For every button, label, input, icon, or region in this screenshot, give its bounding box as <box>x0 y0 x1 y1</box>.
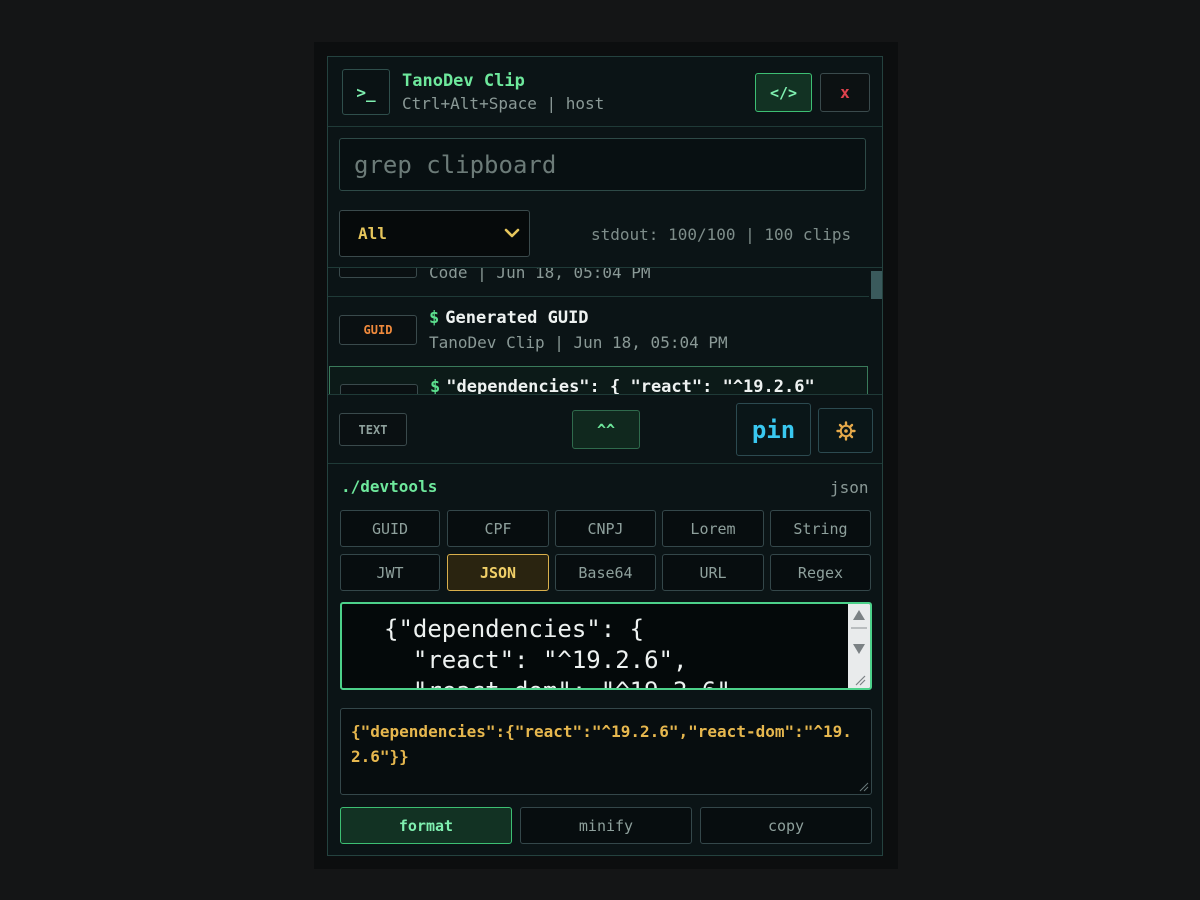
editor-scrollbar[interactable] <box>848 604 870 688</box>
preview-toolbar: TEXT ^^ pin <box>328 394 882 464</box>
search-input[interactable]: grep clipboard <box>339 138 866 191</box>
prompt-icon: $ <box>430 377 441 394</box>
list-item-selected[interactable]: $ "dependencies": { "react": "^19.2.6" <box>329 366 868 394</box>
list-item[interactable]: Code | Jun 18, 05:04 PM <box>328 268 869 296</box>
category-select[interactable]: All <box>339 210 530 257</box>
clip-type-tag <box>340 384 418 394</box>
devtools-title: ./devtools <box>341 477 438 496</box>
pin-button[interactable]: pin <box>736 403 811 456</box>
settings-button[interactable] <box>818 408 873 453</box>
clip-count-status: stdout: 100/100 | 100 clips <box>591 225 852 244</box>
tool-button-json[interactable]: JSON <box>447 554 549 591</box>
terminal-logo-icon: >_ <box>342 69 390 115</box>
scroll-down-arrow-icon[interactable] <box>853 644 865 654</box>
scrollbar-thumb[interactable] <box>851 627 867 629</box>
tool-button-base64[interactable]: Base64 <box>555 554 656 591</box>
format-button[interactable]: format <box>340 807 512 844</box>
clip-list[interactable]: Code | Jun 18, 05:04 PM GUID $ Generated … <box>328 268 882 394</box>
app-subtitle: Ctrl+Alt+Space | host <box>402 94 605 113</box>
tool-button-jwt[interactable]: JWT <box>340 554 440 591</box>
clip-type-badge: TEXT <box>339 413 407 446</box>
editor-line: "react": "^19.2.6", <box>384 646 688 674</box>
clip-meta: TanoDev Clip | Jun 18, 05:04 PM <box>429 333 728 352</box>
editor-line: {"dependencies": { <box>384 615 645 643</box>
close-button[interactable]: x <box>820 73 870 112</box>
resize-grip-icon[interactable] <box>859 782 869 792</box>
devtools-mode: json <box>830 478 869 497</box>
clip-type-tag: GUID <box>339 315 417 345</box>
prompt-icon: $ <box>429 308 440 328</box>
tool-button-guid[interactable]: GUID <box>340 510 440 547</box>
copy-button[interactable]: copy <box>700 807 872 844</box>
scroll-up-arrow-icon[interactable] <box>853 610 865 620</box>
collapse-button[interactable]: ^^ <box>572 410 640 449</box>
tool-button-cnpj[interactable]: CNPJ <box>555 510 656 547</box>
clip-title: $ Generated GUID <box>429 308 589 328</box>
devtools-toggle-button[interactable]: </> <box>755 73 812 112</box>
list-item[interactable]: GUID $ Generated GUID TanoDev Clip | Jun … <box>328 297 869 366</box>
tool-button-regex[interactable]: Regex <box>770 554 871 591</box>
category-select-value: All <box>358 224 387 243</box>
tool-button-url[interactable]: URL <box>662 554 764 591</box>
window-header: >_ TanoDev Clip Ctrl+Alt+Space | host </… <box>328 57 882 127</box>
clip-meta: Code | Jun 18, 05:04 PM <box>429 268 651 282</box>
output-text: {"dependencies":{"react":"^19.2.6","reac… <box>351 722 852 766</box>
chevron-down-icon <box>504 228 520 238</box>
clip-title-text: Generated GUID <box>445 308 589 328</box>
tool-button-cpf[interactable]: CPF <box>447 510 549 547</box>
json-input-editor[interactable]: {"dependencies": { "react": "^19.2.6", "… <box>340 602 872 690</box>
list-scrollbar-thumb[interactable] <box>871 271 882 299</box>
tool-button-lorem[interactable]: Lorem <box>662 510 764 547</box>
app-title: TanoDev Clip <box>402 71 525 91</box>
json-output[interactable]: {"dependencies":{"react":"^19.2.6","reac… <box>340 708 872 795</box>
resize-grip-icon[interactable] <box>854 674 866 686</box>
gear-icon <box>835 420 856 441</box>
clip-title: $ "dependencies": { "react": "^19.2.6" <box>430 377 815 394</box>
minify-button[interactable]: minify <box>520 807 692 844</box>
filter-bar: All stdout: 100/100 | 100 clips <box>328 200 882 268</box>
clip-type-tag <box>339 268 417 278</box>
editor-line: "react-dom": "^19.2.6" <box>384 677 731 688</box>
clipboard-window: >_ TanoDev Clip Ctrl+Alt+Space | host </… <box>327 56 883 856</box>
tool-button-string[interactable]: String <box>770 510 871 547</box>
clip-title-text: "dependencies": { "react": "^19.2.6" <box>446 377 815 394</box>
